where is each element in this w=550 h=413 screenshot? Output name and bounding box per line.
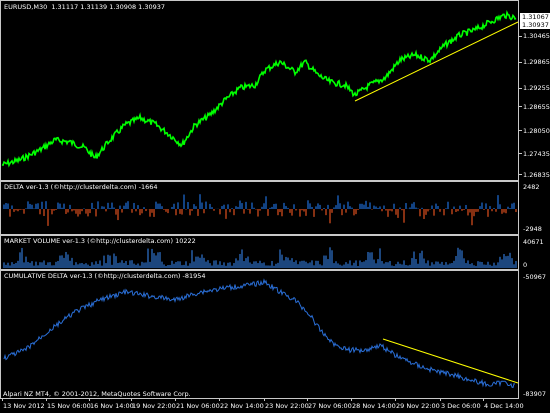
cumdelta-axis-top: -50967 <box>523 273 547 281</box>
time-tick <box>395 398 396 401</box>
delta-axis-bottom: -2948 <box>523 225 542 233</box>
time-tick <box>131 398 132 401</box>
time-tick <box>264 398 265 401</box>
time-axis-label: 15 Nov 06:00 <box>47 402 91 410</box>
time-tick <box>2 398 3 401</box>
price-line <box>1 10 517 168</box>
time-tick <box>307 398 308 401</box>
price-tick <box>519 153 522 154</box>
cumdelta-axis-bottom: -83907 <box>523 390 547 398</box>
time-tick <box>219 398 220 401</box>
mt4-chart-window: EURUSD,M30 1.31117 1.31139 1.30908 1.309… <box>0 0 550 413</box>
time-axis-label: 29 Nov 22:00 <box>396 402 440 410</box>
price-axis-label: 1.28050 <box>523 127 550 135</box>
time-axis-label: 28 Nov 14:00 <box>352 402 396 410</box>
chart-plot-layer <box>1 10 519 389</box>
price-axis-label: 1.30465 <box>523 32 550 40</box>
price-axis-label: 1.29865 <box>523 58 550 66</box>
copyright-text: Alpari NZ MT4, © 2001-2012, MetaQuotes S… <box>3 390 191 398</box>
time-tick <box>46 398 47 401</box>
price-tick <box>519 106 522 107</box>
time-axis-label: 23 Nov 22:00 <box>265 402 309 410</box>
time-axis-label: 22 Nov 14:00 <box>220 402 264 410</box>
current-price-tag: 1.30937 <box>520 21 550 29</box>
time-axis-label: 16 Nov 14:00 <box>90 402 134 410</box>
price-tick <box>519 36 522 37</box>
volume-axis-top: 40671 <box>523 238 544 246</box>
price-axis-top-tag: 1.31067 <box>520 13 550 21</box>
price-trendline <box>354 21 519 102</box>
time-axis-label: 27 Nov 06:00 <box>308 402 352 410</box>
time-axis-label: 4 Dec 14:00 <box>484 402 524 410</box>
delta-axis-top: 2482 <box>523 183 540 191</box>
cumdelta-trendline <box>382 338 519 384</box>
price-tick <box>519 174 522 175</box>
price-axis-label: 1.28655 <box>523 103 550 111</box>
price-tick <box>519 88 522 89</box>
price-tick <box>519 62 522 63</box>
cumdelta-line <box>3 278 516 389</box>
time-tick <box>351 398 352 401</box>
time-tick <box>175 398 176 401</box>
price-axis-label: 1.26835 <box>523 171 550 179</box>
volume-axis-bottom: 0 <box>523 261 528 269</box>
price-tick <box>519 130 522 131</box>
time-axis-label: 19 Nov 22:00 <box>132 402 176 410</box>
time-axis-label: 13 Nov 2012 <box>3 402 45 410</box>
time-tick <box>440 398 441 401</box>
time-axis-label: 21 Nov 06:00 <box>176 402 220 410</box>
price-axis-label: 1.27435 <box>523 150 550 158</box>
time-tick <box>483 398 484 401</box>
time-tick <box>89 398 90 401</box>
price-axis-label: 1.29255 <box>523 84 550 92</box>
time-axis-label: 3 Dec 06:00 <box>441 402 481 410</box>
